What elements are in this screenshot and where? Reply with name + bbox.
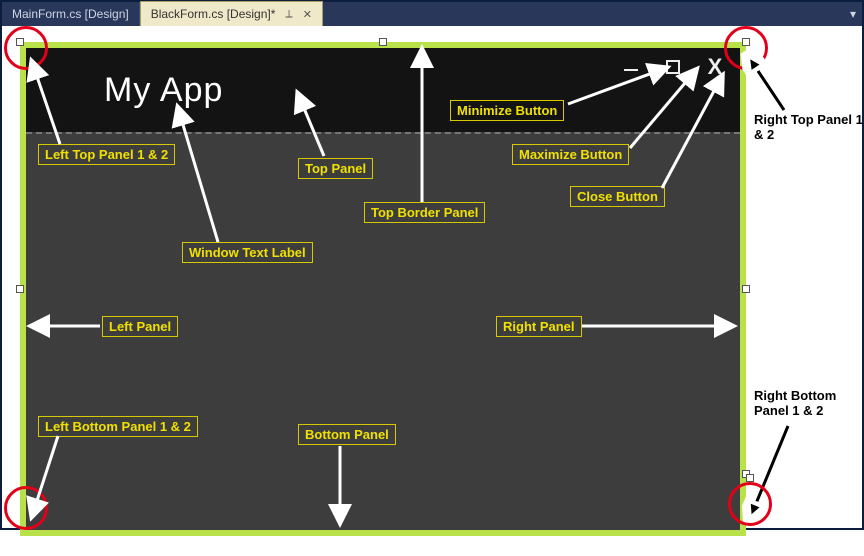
ann-left-top: Left Top Panel 1 & 2 [38,144,175,165]
designer-surface: My App X [2,26,862,528]
ide-tab-strip: MainForm.cs [Design] BlackForm.cs [Desig… [2,2,862,26]
form-client-area: My App X [26,48,740,530]
ann-window-text: Window Text Label [182,242,313,263]
ann-right-top-side: Right Top Panel 1 & 2 [754,112,864,142]
pin-icon[interactable]: ⟂ [285,8,292,21]
ann-minimize: Minimize Button [450,100,564,121]
ann-top-panel: Top Panel [298,158,373,179]
bottom-border-panel[interactable] [20,530,746,536]
close-tab-icon[interactable]: ✕ [303,8,312,21]
ide-outer-frame: MainForm.cs [Design] BlackForm.cs [Desig… [0,0,864,530]
top-panel[interactable]: My App X [26,48,740,132]
resize-handle-e[interactable] [742,285,750,293]
marker-circle-bl [4,486,48,530]
window-buttons-group: X [620,56,726,78]
custom-window-form[interactable]: My App X [20,42,746,536]
tab-mainform-label: MainForm.cs [Design] [12,7,129,21]
marker-circle-br [728,482,772,526]
ann-right-panel: Right Panel [496,316,582,337]
resize-handle-n[interactable] [379,38,387,46]
ann-bottom-panel: Bottom Panel [298,424,396,445]
ann-left-panel: Left Panel [102,316,178,337]
maximize-icon [664,58,682,76]
tab-overflow-menu[interactable]: ▾ [850,2,862,26]
close-button[interactable]: X [704,56,726,78]
ann-top-border: Top Border Panel [364,202,485,223]
chevron-down-icon: ▾ [850,7,856,21]
ann-close: Close Button [570,186,665,207]
tab-mainform[interactable]: MainForm.cs [Design] [2,2,140,26]
minimize-icon [622,58,640,76]
minimize-button[interactable] [620,56,642,78]
ann-maximize: Maximize Button [512,144,629,165]
ann-left-bottom: Left Bottom Panel 1 & 2 [38,416,198,437]
ann-right-bottom-side: Right Bottom Panel 1 & 2 [754,388,864,418]
tab-blackform-label: BlackForm.cs [Design]* [151,7,276,21]
resize-handle-w[interactable] [16,285,24,293]
marker-circle-tl [4,26,48,70]
window-text-label: My App [104,71,223,110]
tab-blackform[interactable]: BlackForm.cs [Design]* ⟂ ✕ [140,1,323,26]
resize-handle-inner-se2[interactable] [746,474,754,482]
maximize-button[interactable] [662,56,684,78]
titlebar-divider [26,132,740,134]
marker-circle-tr [724,26,768,70]
